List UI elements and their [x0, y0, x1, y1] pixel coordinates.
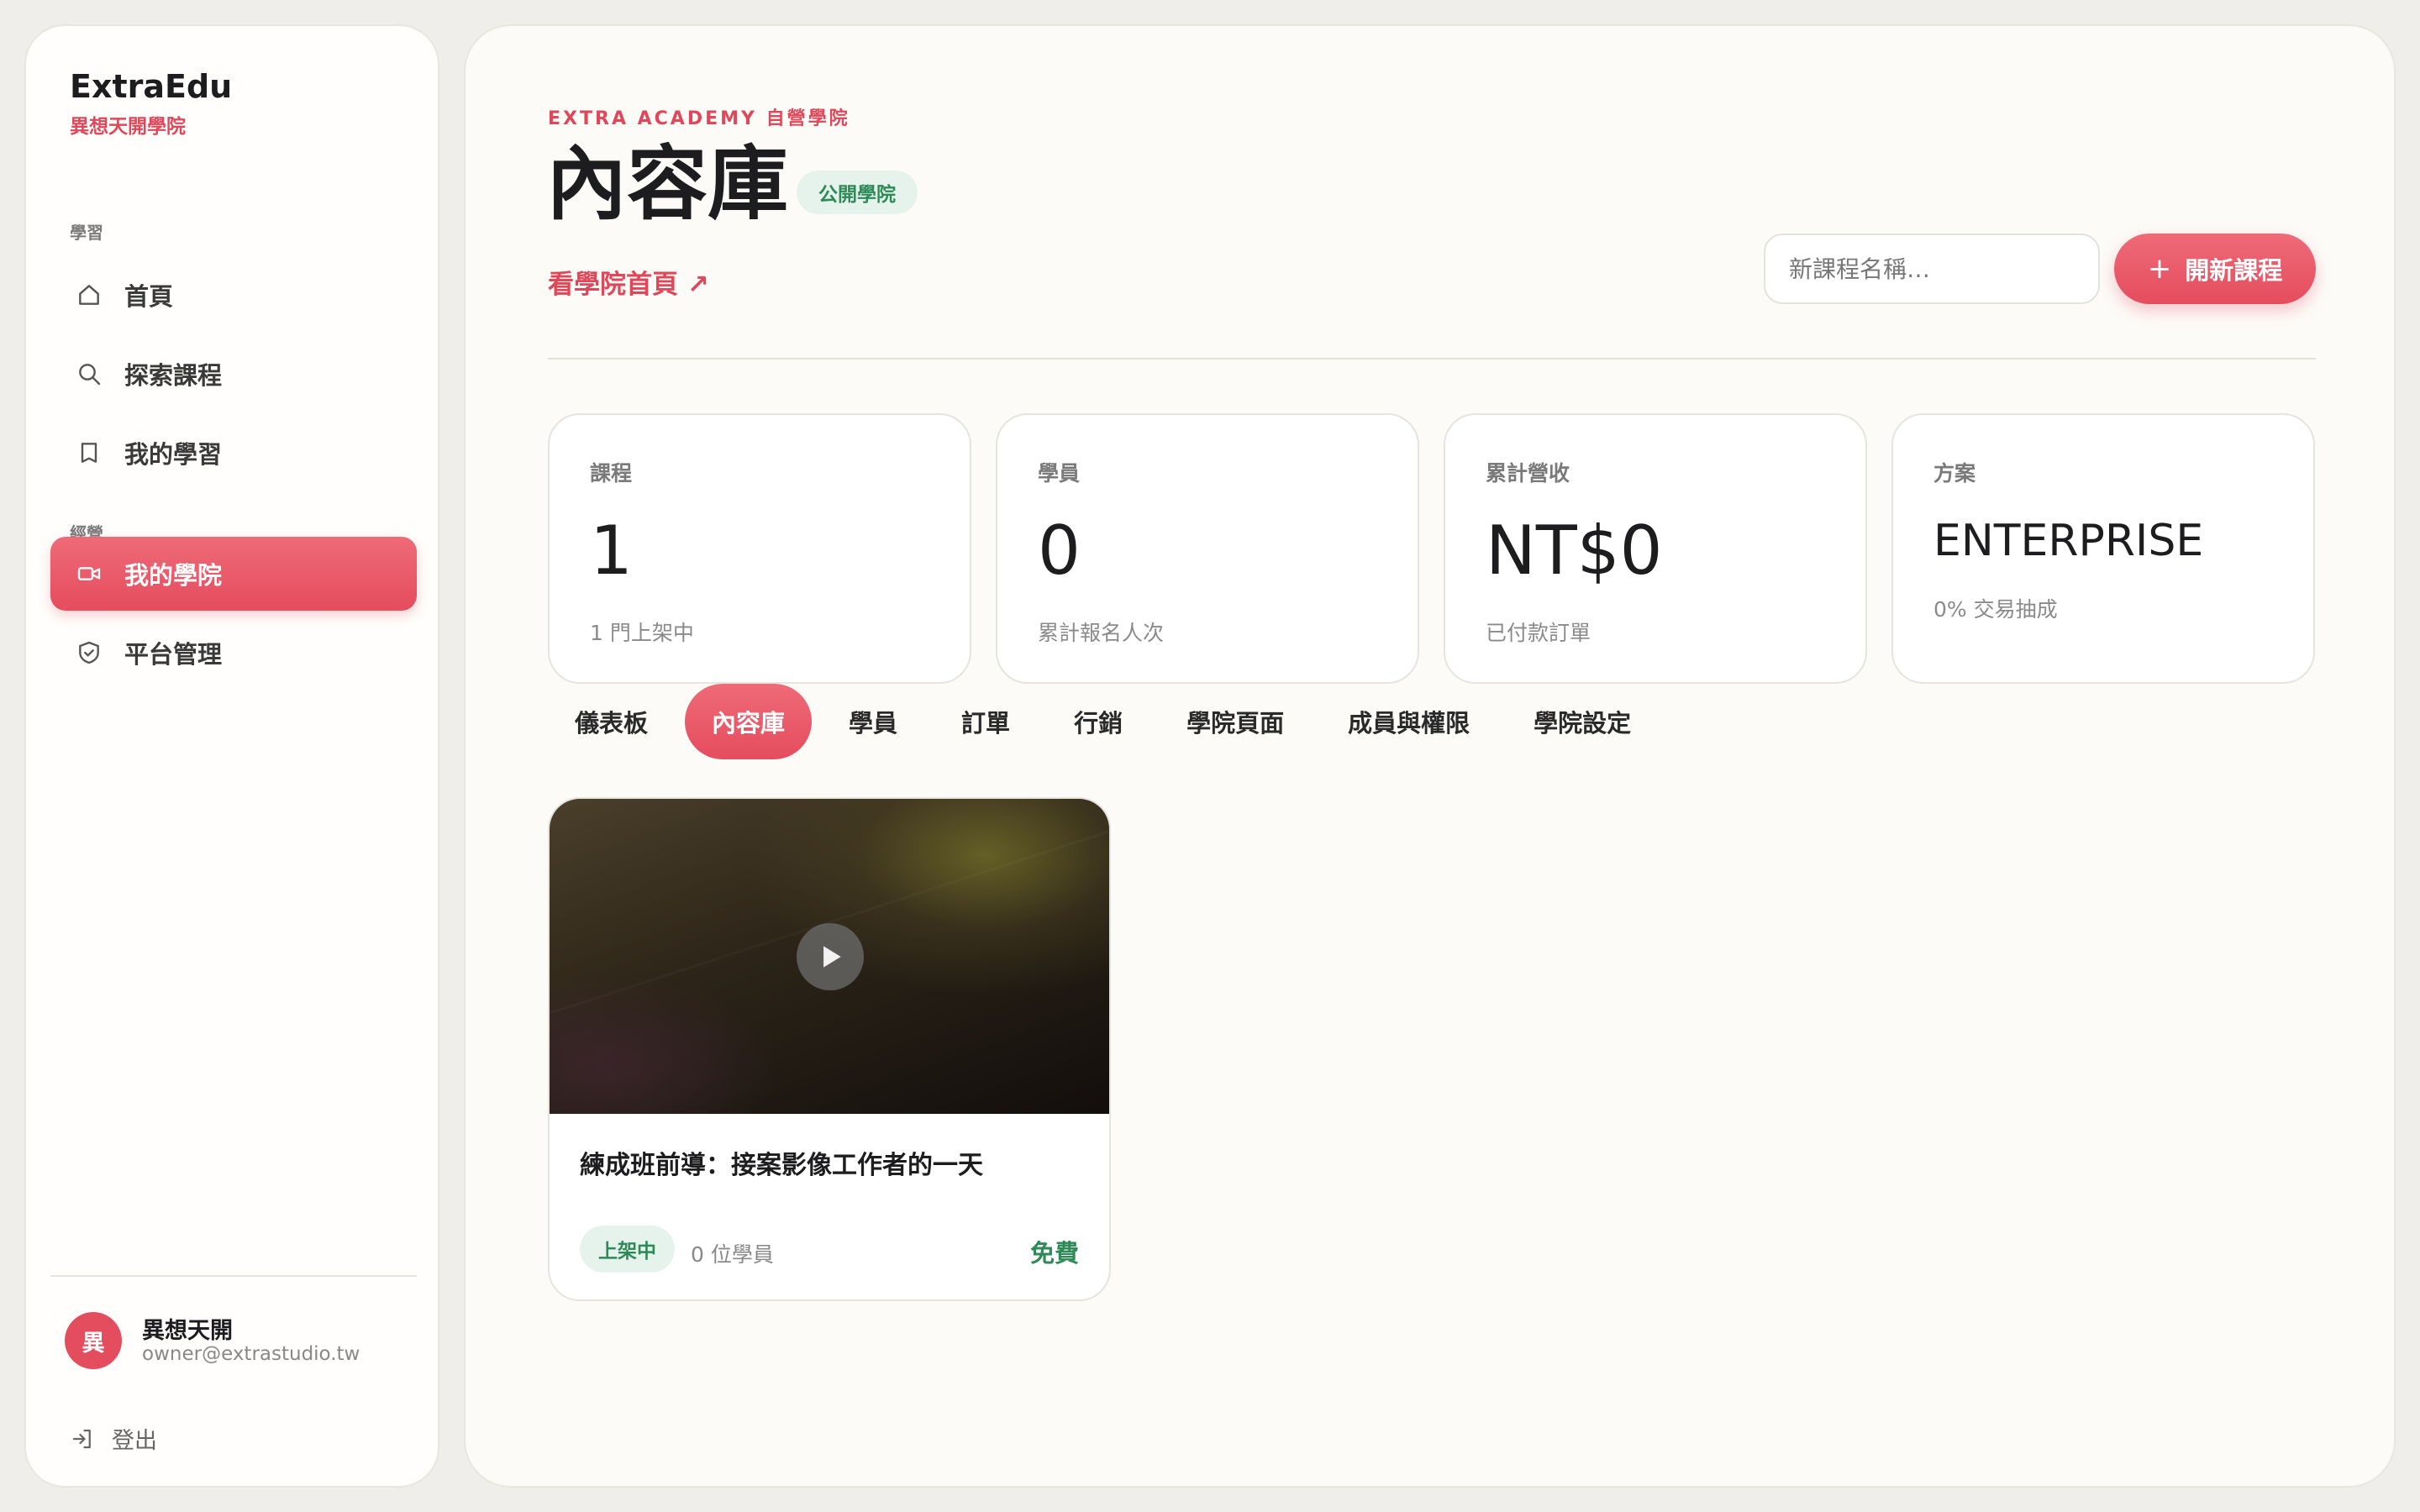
sidebar-item-label: 首頁 — [124, 282, 174, 311]
tab-dashboard[interactable]: 儀表板 — [548, 684, 675, 759]
create-course-button[interactable]: + 開新課程 — [2114, 234, 2316, 304]
bookmark-icon — [74, 438, 104, 468]
main-panel: EXTRA ACADEMY 自營學院 內容庫 公開學院 看學院首頁 ↗ + 開新… — [464, 24, 2396, 1488]
search-icon — [74, 359, 104, 389]
stat-label: 累計營收 — [1486, 461, 1570, 486]
page-title: 內容庫 — [546, 137, 788, 231]
sidebar-divider — [50, 1275, 417, 1277]
sidebar-item-home[interactable]: 首頁 — [50, 258, 417, 332]
stat-label: 學員 — [1038, 461, 1081, 486]
stat-card-revenue: 累計營收 NT$0 已付款訂單 — [1444, 413, 1867, 684]
brand-subtitle: 異想天開學院 — [70, 116, 186, 138]
course-title: 練成班前導：接案影像工作者的一天 — [580, 1151, 983, 1180]
new-course-name-input[interactable] — [1764, 234, 2100, 304]
shield-icon — [74, 638, 104, 668]
tab-academy-settings[interactable]: 學院設定 — [1507, 684, 1658, 759]
course-card[interactable]: 練成班前導：接案影像工作者的一天 上架中 0 位學員 免費 — [548, 797, 1111, 1301]
sidebar-item-my-academy[interactable]: 我的學院 — [50, 537, 417, 611]
sidebar-item-label: 平台管理 — [124, 640, 223, 669]
stat-card-students: 學員 0 累計報名人次 — [996, 413, 1419, 684]
plus-icon: + — [2147, 252, 2172, 286]
play-icon[interactable] — [797, 923, 864, 990]
academy-tabs: 儀表板 內容庫 學員 訂單 行銷 學院頁面 成員與權限 學院設定 — [548, 684, 1668, 759]
eyebrow: EXTRA ACADEMY 自營學院 — [548, 108, 850, 129]
sidebar-item-explore[interactable]: 探索課程 — [50, 337, 417, 411]
create-course-label: 開新課程 — [2185, 256, 2283, 285]
sidebar-item-label: 我的學習 — [124, 440, 223, 469]
user-email: owner@extrastudio.tw — [142, 1343, 360, 1365]
course-thumbnail — [550, 799, 1109, 1114]
avatar[interactable]: 異 — [65, 1312, 122, 1369]
brand-name[interactable]: ExtraEdu — [70, 68, 232, 105]
view-academy-home-link[interactable]: 看學院首頁 ↗ — [548, 263, 709, 301]
section-label-learning: 學習 — [70, 223, 103, 243]
sidebar-item-label: 我的學院 — [124, 561, 223, 590]
tab-marketing[interactable]: 行銷 — [1047, 684, 1150, 759]
tab-content-library[interactable]: 內容庫 — [685, 684, 813, 759]
stat-value: NT$0 — [1486, 512, 1663, 590]
sidebar: ExtraEdu 異想天開學院 學習 首頁 探索課程 我的學習 經營 我的學院 … — [24, 24, 439, 1488]
stat-value: ENTERPRISE — [1933, 516, 2204, 566]
stat-value: 0 — [1038, 512, 1081, 590]
stat-sub: 0% 交易抽成 — [1933, 597, 2058, 622]
video-icon — [74, 559, 104, 589]
tab-members-permissions[interactable]: 成員與權限 — [1321, 684, 1497, 759]
sidebar-item-label: 探索課程 — [124, 361, 223, 390]
logout-button[interactable]: 登出 — [70, 1422, 157, 1455]
logout-icon — [72, 1429, 91, 1448]
logout-label: 登出 — [112, 1428, 157, 1454]
status-badge: 公開學院 — [797, 171, 918, 214]
course-price: 免費 — [1029, 1239, 1079, 1268]
tab-orders[interactable]: 訂單 — [934, 684, 1037, 759]
stat-label: 方案 — [1933, 461, 1976, 486]
tab-academy-page[interactable]: 學院頁面 — [1160, 684, 1311, 759]
stat-card-courses: 課程 1 1 門上架中 — [548, 413, 971, 684]
stat-sub: 已付款訂單 — [1486, 621, 1591, 645]
stat-sub: 累計報名人次 — [1038, 621, 1165, 645]
divider — [548, 358, 2316, 360]
student-count: 0 位學員 — [691, 1242, 774, 1267]
status-badge: 上架中 — [580, 1226, 675, 1273]
sidebar-item-platform-admin[interactable]: 平台管理 — [50, 616, 417, 690]
stat-value: 1 — [590, 512, 633, 590]
tab-students[interactable]: 學員 — [822, 684, 924, 759]
sidebar-item-my-learning[interactable]: 我的學習 — [50, 416, 417, 490]
stat-sub: 1 門上架中 — [590, 621, 694, 645]
stat-card-plan: 方案 ENTERPRISE 0% 交易抽成 — [1891, 413, 2315, 684]
user-name: 異想天開 — [142, 1318, 233, 1344]
stat-label: 課程 — [590, 461, 633, 486]
home-icon — [74, 280, 104, 310]
